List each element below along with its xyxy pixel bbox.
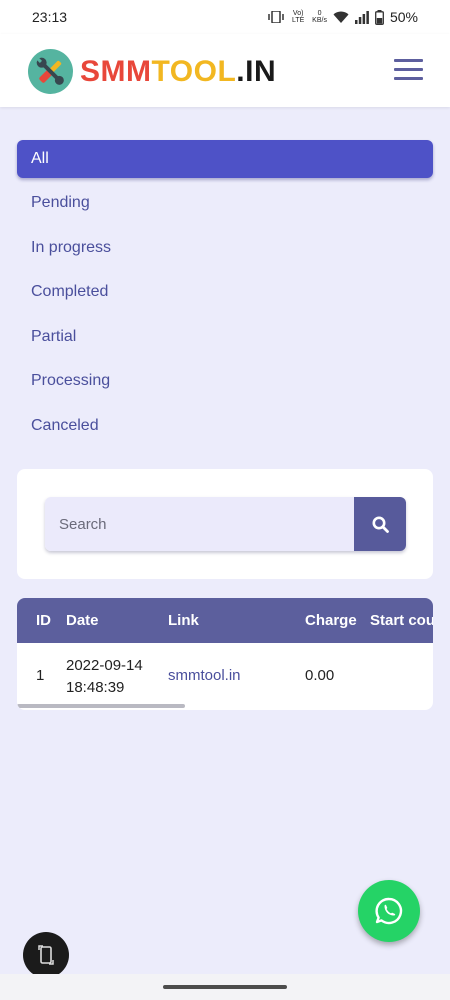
network-speed: 0 KB/s (312, 10, 327, 24)
status-time: 23:13 (32, 9, 68, 25)
site-header: SMMTOOL.IN (0, 34, 450, 107)
filter-in-progress[interactable]: In progress (17, 229, 433, 274)
table-header: ID Date Link Charge Start cou (17, 598, 433, 643)
horizontal-scrollbar[interactable] (17, 704, 185, 708)
status-icons: Vo) LTE 0 KB/s 50% (268, 9, 418, 25)
hamburger-menu-icon[interactable] (394, 59, 423, 81)
filter-processing[interactable]: Processing (17, 362, 433, 407)
wifi-icon (333, 11, 349, 23)
search-button[interactable] (354, 497, 406, 551)
filter-canceled[interactable]: Canceled (17, 407, 433, 452)
filter-pending[interactable]: Pending (17, 184, 433, 229)
search-card (17, 469, 433, 579)
network-speed-unit: KB/s (312, 17, 327, 24)
vibrate-icon (268, 11, 284, 23)
home-gesture-pill[interactable] (163, 985, 287, 989)
filter-all[interactable]: All (17, 140, 433, 178)
system-navigation-bar (0, 974, 450, 1000)
rotate-screen-icon (38, 945, 54, 965)
column-header-start-count: Start cou (370, 612, 433, 629)
filter-partial[interactable]: Partial (17, 318, 433, 363)
search-box (45, 497, 406, 551)
brand-name-part1: SMM (80, 55, 152, 88)
cell-charge: 0.00 (305, 667, 335, 684)
cell-date-time: 18:48:39 (66, 679, 125, 696)
signal-icon (354, 10, 369, 24)
tools-logo-icon[interactable] (28, 49, 73, 94)
search-icon (372, 516, 389, 533)
column-header-id: ID (36, 612, 51, 629)
search-input[interactable] (45, 497, 354, 551)
whatsapp-icon (375, 897, 403, 925)
menu-line (394, 68, 423, 71)
cell-date-day: 2022-09-14 (66, 657, 143, 674)
brand-name-part2: TOOL (151, 55, 237, 88)
whatsapp-button[interactable] (358, 880, 420, 942)
rotate-screen-button[interactable] (23, 932, 69, 978)
filter-completed[interactable]: Completed (17, 273, 433, 318)
cell-id: 1 (36, 667, 45, 684)
menu-line (394, 59, 423, 62)
menu-line (394, 77, 423, 80)
cell-date: 2022-09-14 18:48:39 (66, 655, 143, 699)
order-status-filters: All Pending In progress Completed Partia… (17, 140, 433, 452)
brand-name-part3: .IN (236, 55, 277, 88)
orders-table: ID Date Link Charge Start cou 1 2022-09-… (17, 598, 433, 710)
column-header-link: Link (168, 612, 199, 629)
cell-link[interactable]: smmtool.in (168, 667, 241, 684)
volte-label: Vo) LTE (292, 10, 305, 24)
column-header-charge: Charge (305, 612, 357, 629)
status-bar: 23:13 Vo) LTE 0 KB/s 50% (0, 0, 450, 34)
column-header-date: Date (66, 612, 99, 629)
brand-logo-text[interactable]: SMMTOOL.IN (80, 56, 276, 88)
battery-percent: 50% (389, 9, 418, 25)
network-speed-value: 0 (317, 10, 322, 17)
battery-icon (375, 9, 384, 25)
table-row: 1 2022-09-14 18:48:39 smmtool.in 0.00 (17, 643, 433, 705)
